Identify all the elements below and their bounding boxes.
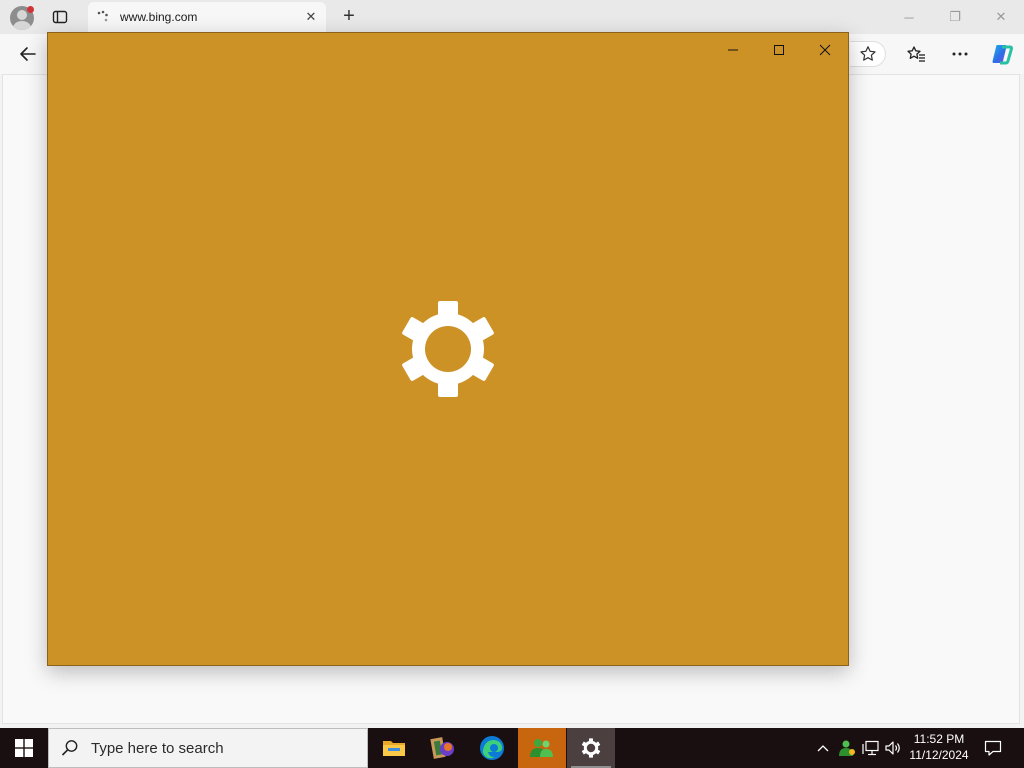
people-icon [530,739,553,757]
back-button[interactable] [14,42,42,66]
maximize-icon [774,45,784,55]
settings-icon [581,738,601,758]
add-favorite-button[interactable] [850,41,886,67]
taskbar-edge[interactable] [468,728,516,768]
favorites-icon [907,46,925,62]
search-icon [61,740,78,756]
windows-logo-icon [15,739,33,757]
close-icon [819,44,831,56]
tab-title: www.bing.com [120,10,198,24]
show-hidden-icons-button[interactable] [814,728,832,768]
network-button[interactable] [860,728,882,768]
favorites-button[interactable] [902,42,930,66]
taskbar-clock[interactable]: 11:52 PM 11/12/2024 [906,731,972,763]
tab-actions-icon [52,10,68,24]
browser-tabstrip: www.bing.com ✕ + ─ ❐ ✕ [0,0,1024,34]
notification-center-button[interactable] [976,728,1010,768]
volume-icon [885,741,900,755]
settings-app-window [47,32,849,666]
minimize-icon [728,49,738,51]
taskbar: Type here to search 11:52 PM 11/12/2024 [0,728,1024,768]
taskbar-search-box[interactable]: Type here to search [48,728,368,768]
profile-notification-dot [27,6,34,13]
more-button[interactable] [946,42,974,66]
app-maximize-button[interactable] [756,37,802,63]
taskbar-file-explorer[interactable] [370,728,418,768]
browser-close-button[interactable]: ✕ [978,0,1024,34]
browser-restore-button[interactable]: ❐ [932,0,978,34]
copilot-icon [992,45,1014,65]
tab-close-icon[interactable]: ✕ [302,8,320,26]
more-icon [952,52,968,56]
tray-people-button[interactable] [836,728,858,768]
network-icon [862,740,879,756]
loading-spinner-icon [97,10,108,22]
taskbar-people[interactable] [518,728,566,768]
taskbar-settings[interactable] [567,728,615,768]
start-button[interactable] [0,728,48,768]
browser-window-controls: ─ ❐ ✕ [886,0,1024,34]
search-placeholder: Type here to search [91,739,224,757]
app-close-button[interactable] [802,37,848,63]
copilot-button[interactable] [988,42,1016,66]
clock-date: 11/12/2024 [909,748,969,762]
browser-minimize-button[interactable]: ─ [886,0,932,34]
new-tab-button[interactable]: + [338,5,360,27]
volume-button[interactable] [882,728,904,768]
paint-icon [430,737,454,759]
app-minimize-button[interactable] [710,37,756,63]
notification-icon [984,740,1002,756]
taskbar-paint[interactable] [418,728,466,768]
tray-people-icon [839,740,855,756]
clock-time: 11:52 PM [913,732,965,746]
browser-tab[interactable]: www.bing.com ✕ [88,2,326,34]
back-arrow-icon [20,47,36,61]
file-explorer-icon [383,741,405,756]
gear-icon [402,301,494,397]
chevron-up-icon [817,745,829,752]
edge-icon [480,736,504,760]
star-icon [859,46,876,61]
tab-actions-button[interactable] [48,6,72,28]
